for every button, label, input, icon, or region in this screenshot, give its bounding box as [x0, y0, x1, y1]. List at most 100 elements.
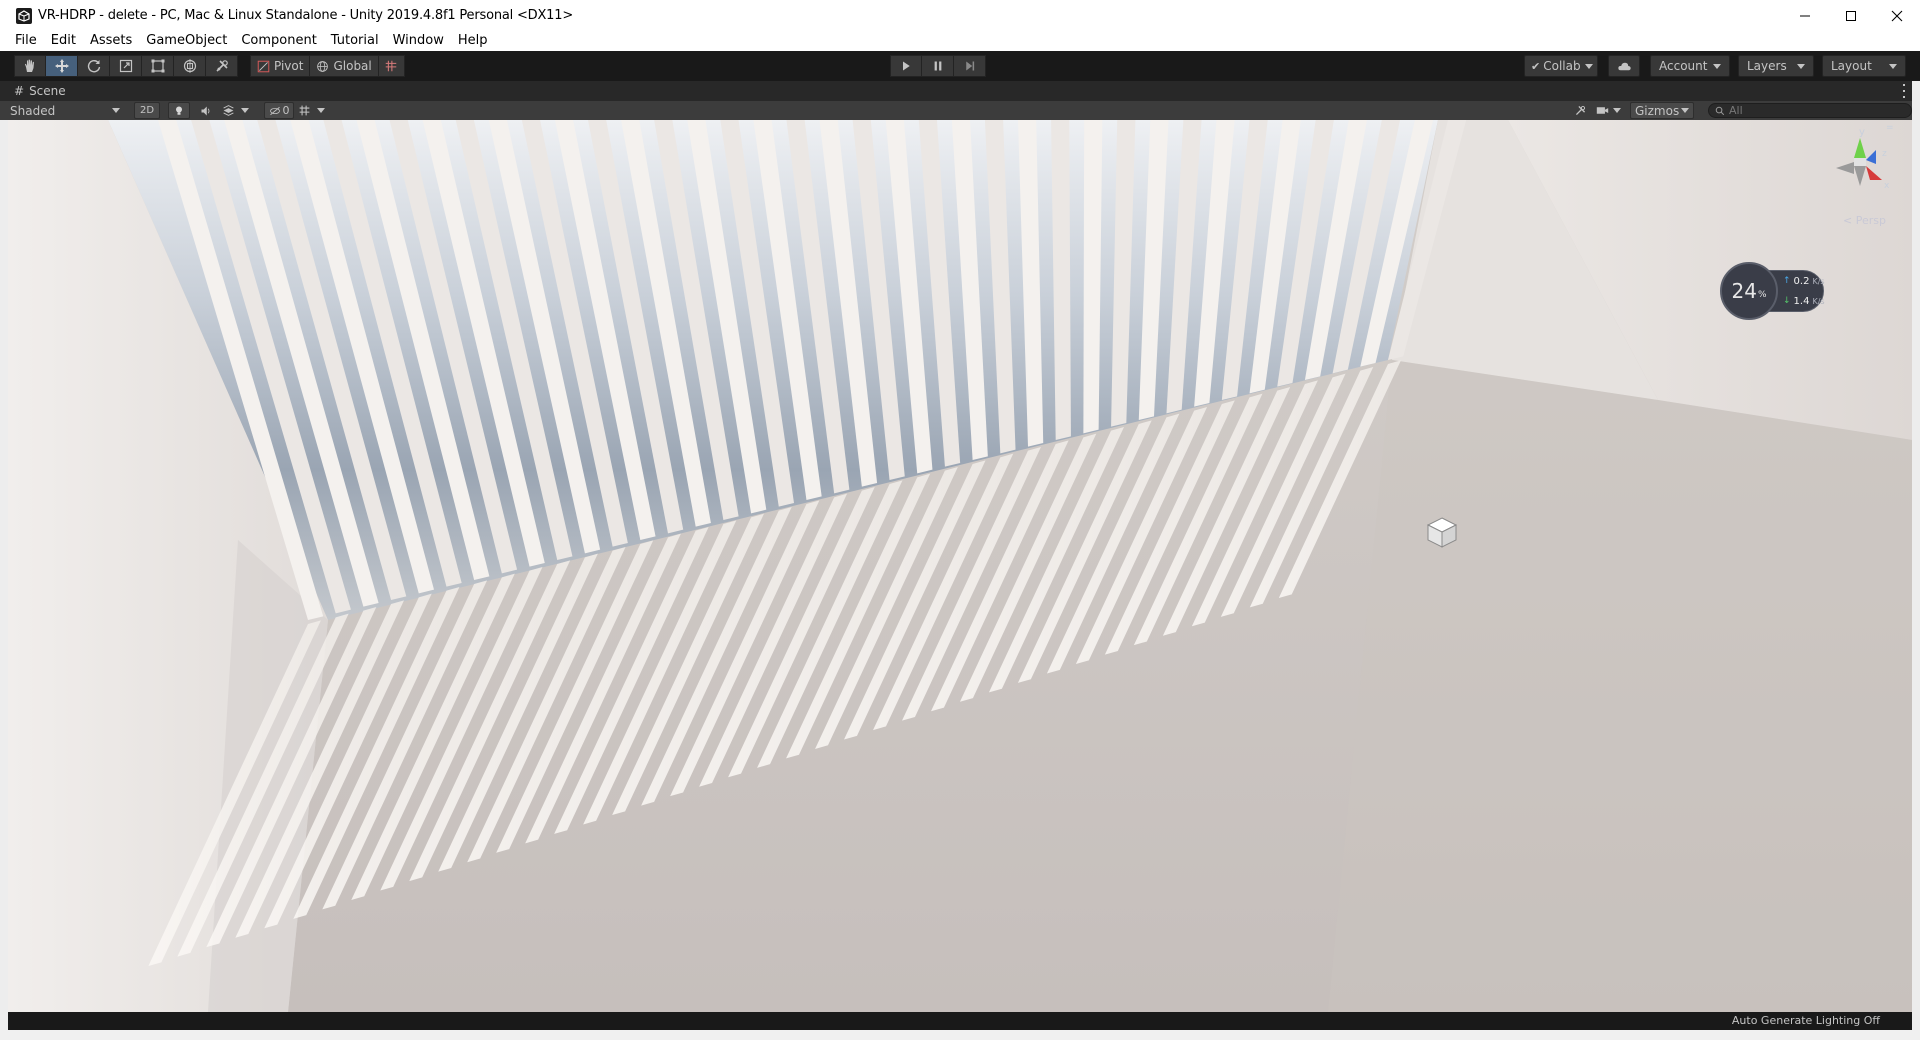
menu-window[interactable]: Window	[386, 31, 451, 51]
camera-dropdown[interactable]	[1596, 102, 1626, 119]
play-icon[interactable]	[890, 55, 922, 77]
chevron-down-icon	[1681, 108, 1689, 113]
title-bar: VR-HDRP - delete - PC, Mac & Linux Stand…	[0, 0, 1920, 31]
effects-icon	[223, 105, 234, 116]
window-controls	[1782, 0, 1920, 31]
2d-toggle[interactable]: 2D	[134, 102, 160, 119]
account-dropdown[interactable]: Account	[1650, 55, 1730, 77]
grid-dropdown[interactable]	[298, 102, 336, 119]
upload-unit: K/s	[1812, 276, 1825, 286]
menu-assets[interactable]: Assets	[83, 31, 139, 51]
layout-label: Layout	[1831, 59, 1872, 73]
scene-tab-label: Scene	[29, 84, 66, 98]
window-edge-left	[0, 120, 8, 1030]
axis-x-label: x	[1884, 181, 1890, 191]
performance-overlay[interactable]: 24% ↑ 0.2 K/s ↓ 1.4 K/s	[1720, 262, 1838, 320]
grid-icon	[299, 105, 310, 116]
chevron-down-icon	[1797, 63, 1805, 69]
cloud-icon	[1617, 62, 1631, 70]
step-icon[interactable]	[954, 55, 986, 77]
menu-file[interactable]: File	[8, 31, 44, 51]
chevron-down-icon	[1584, 63, 1593, 69]
account-label: Account	[1659, 59, 1708, 73]
hidden-objects-toggle[interactable]: 0	[264, 102, 294, 119]
2d-label: 2D	[139, 105, 155, 116]
pivot-controls: Pivot Global	[250, 55, 405, 77]
rect-tool-icon[interactable]	[142, 55, 174, 77]
draw-mode-dropdown[interactable]: Shaded	[10, 102, 126, 119]
scene-search[interactable]	[1708, 103, 1912, 118]
chevron-down-icon	[241, 108, 249, 113]
cpu-unit: %	[1757, 290, 1767, 300]
lighting-toggle-icon[interactable]	[168, 102, 190, 119]
hidden-count: 0	[282, 104, 290, 117]
upload-row: ↑ 0.2 K/s	[1783, 271, 1825, 291]
menu-tutorial[interactable]: Tutorial	[324, 31, 386, 51]
cloud-button[interactable]	[1608, 55, 1640, 77]
chevron-down-icon	[1889, 63, 1897, 69]
more-options-icon[interactable]	[1902, 84, 1906, 98]
layout-dropdown[interactable]: Layout	[1822, 55, 1906, 77]
camera-icon	[1596, 107, 1609, 114]
tools-icon[interactable]	[1570, 102, 1590, 119]
playback-controls	[890, 55, 986, 77]
scene-tab-bar: # Scene	[0, 81, 1920, 101]
transform-tools	[14, 55, 238, 77]
download-value: 1.4	[1793, 295, 1810, 307]
check-icon: ✔	[1531, 59, 1541, 73]
scene-toolbar: Shaded 2D 0 Gizmos All	[0, 101, 1920, 120]
chevron-down-icon	[112, 108, 120, 113]
tab-scene[interactable]: # Scene	[8, 81, 72, 101]
pause-icon[interactable]	[922, 55, 954, 77]
effects-dropdown[interactable]	[222, 102, 260, 119]
menu-gameobject[interactable]: GameObject	[139, 31, 234, 51]
custom-tool-icon[interactable]	[206, 55, 238, 77]
download-unit: K/s	[1812, 296, 1825, 306]
axis-z-label: z	[1882, 149, 1887, 159]
download-arrow-icon: ↓	[1783, 296, 1791, 306]
collab-dropdown[interactable]: ✔ Collab	[1524, 55, 1598, 77]
snap-grid-icon[interactable]	[378, 55, 405, 77]
menu-component[interactable]: Component	[234, 31, 323, 51]
menu-help[interactable]: Help	[451, 31, 495, 51]
cpu-meter: 24%	[1720, 262, 1778, 320]
scale-tool-icon[interactable]	[110, 55, 142, 77]
chevron-down-icon	[1613, 108, 1621, 113]
window-bottom-strip	[0, 1030, 1920, 1040]
search-icon	[1715, 106, 1725, 115]
global-label: Global	[333, 59, 372, 73]
layers-dropdown[interactable]: Layers	[1738, 55, 1814, 77]
projection-label[interactable]: < Persp	[1843, 214, 1886, 227]
move-tool-icon[interactable]	[46, 55, 78, 77]
scene-render	[8, 120, 1912, 1012]
audio-toggle-icon[interactable]	[196, 102, 216, 119]
axis-y-label: y	[1859, 127, 1865, 138]
visibility-off-icon	[269, 106, 280, 115]
game-object-cube-icon[interactable]	[1422, 512, 1462, 552]
window-title: VR-HDRP - delete - PC, Mac & Linux Stand…	[38, 8, 574, 23]
download-row: ↓ 1.4 K/s	[1783, 291, 1825, 311]
hand-tool-icon[interactable]	[14, 55, 46, 77]
pivot-label: Pivot	[274, 59, 304, 73]
transform-tool-icon[interactable]	[174, 55, 206, 77]
window-edge-right	[1912, 81, 1920, 1030]
chevron-down-icon	[317, 108, 325, 113]
global-toggle[interactable]: Global	[310, 55, 379, 77]
unity-logo-icon	[16, 7, 32, 24]
gizmos-dropdown[interactable]: Gizmos	[1630, 102, 1694, 119]
scene-search-input[interactable]	[1729, 104, 1899, 117]
pivot-toggle[interactable]: Pivot	[250, 55, 311, 77]
minimize-icon[interactable]	[1782, 0, 1828, 31]
svg-text:=: =	[1886, 124, 1894, 133]
maximize-icon[interactable]	[1828, 0, 1874, 31]
status-bar: Auto Generate Lighting Off	[8, 1012, 1912, 1030]
main-toolbar: Pivot Global ✔ Collab Account Layers Lay…	[0, 51, 1920, 81]
menu-edit[interactable]: Edit	[44, 31, 83, 51]
scene-viewport[interactable]: y z x = < Persp 24% ↑ 0.2 K/s ↓ 1.4 K/s	[8, 120, 1912, 1012]
close-icon[interactable]	[1874, 0, 1920, 31]
upload-arrow-icon: ↑	[1783, 276, 1791, 286]
rotate-tool-icon[interactable]	[78, 55, 110, 77]
menu-bar: File Edit Assets GameObject Component Tu…	[0, 31, 1920, 51]
cpu-value: 24	[1731, 279, 1757, 303]
chevron-down-icon	[1713, 63, 1721, 69]
